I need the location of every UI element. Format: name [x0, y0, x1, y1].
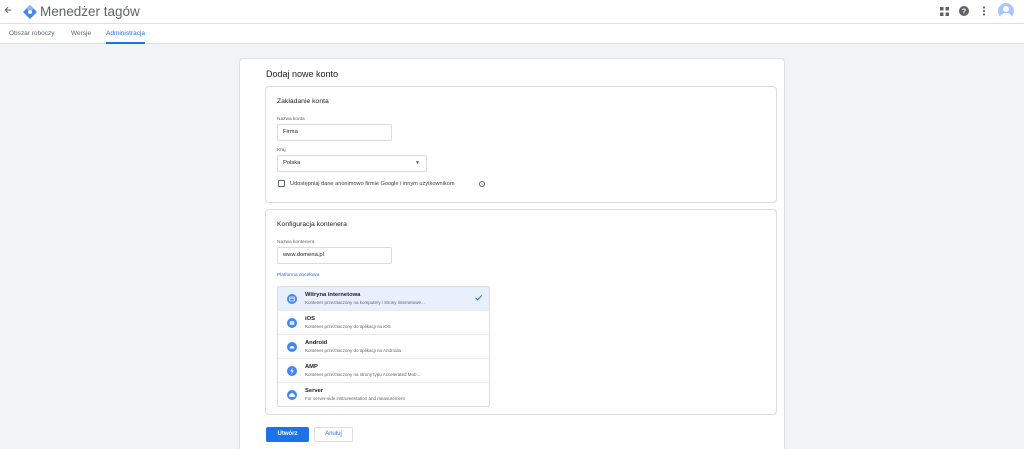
- account-name-label: Nazwa konta: [277, 117, 305, 122]
- tab-admin[interactable]: Administracja: [106, 24, 146, 44]
- account-name-input[interactable]: Firma: [277, 124, 392, 141]
- platform-option-server[interactable]: Server For server-side instrumentation a…: [278, 383, 489, 406]
- amp-icon: [287, 366, 297, 376]
- android-icon: [287, 342, 297, 352]
- tab-workspace[interactable]: Obszar roboczy: [9, 24, 55, 44]
- chevron-down-icon: ▼: [415, 160, 420, 166]
- platform-name: Server: [305, 388, 324, 394]
- container-name-label: Nazwa kontenera: [277, 240, 315, 245]
- more-vert-icon[interactable]: [978, 5, 990, 17]
- apps-icon[interactable]: [938, 5, 950, 17]
- platform-name: AMP: [305, 364, 318, 370]
- container-section-title: Konfiguracja kontenera: [277, 221, 347, 228]
- platform-option-android[interactable]: Android Kontener przeznaczony do aplikac…: [278, 335, 489, 359]
- gtm-logo-icon: [22, 4, 38, 20]
- share-data-checkbox[interactable]: [278, 180, 285, 187]
- platform-label: Platforma docelowa: [277, 273, 320, 278]
- platform-name: Witryna internetowa: [305, 292, 361, 298]
- account-section-title: Zakładanie konta: [277, 98, 329, 105]
- platform-list: Witryna internetowa Kontener przeznaczon…: [277, 286, 490, 407]
- create-button[interactable]: Utwórz: [266, 427, 309, 442]
- app-title: Menedżer tagów: [40, 4, 140, 19]
- country-value: Polska: [283, 160, 301, 166]
- cloud-icon: [287, 390, 297, 400]
- container-name-input[interactable]: www.domena.pl: [277, 247, 392, 264]
- platform-option-ios[interactable]: iOS Kontener przeznaczony do aplikacji n…: [278, 311, 489, 335]
- country-select[interactable]: Polska ▼: [277, 155, 427, 172]
- tab-bar: Obszar roboczy Wersje Administracja: [0, 24, 1024, 44]
- web-icon: [287, 294, 297, 304]
- help-icon[interactable]: ?: [958, 5, 970, 17]
- tab-versions[interactable]: Wersje: [71, 24, 91, 44]
- platform-desc: For server-side instrumentation and meas…: [305, 396, 405, 401]
- help-circle-icon[interactable]: ?: [479, 181, 485, 187]
- account-setup-section: Zakładanie konta Nazwa konta Firma Kraj …: [265, 86, 777, 203]
- ios-icon: [287, 318, 297, 328]
- platform-name: iOS: [305, 316, 315, 322]
- platform-desc: Kontener przeznaczony do aplikacji na iO…: [305, 324, 391, 329]
- cancel-button[interactable]: Anuluj: [314, 427, 353, 442]
- arrow-back-icon[interactable]: [4, 0, 16, 24]
- platform-desc: Kontener przeznaczony na komputery i str…: [305, 300, 425, 305]
- platform-name: Android: [305, 340, 328, 346]
- platform-option-web[interactable]: Witryna internetowa Kontener przeznaczon…: [278, 287, 489, 311]
- page-title: Dodaj nowe konto: [266, 69, 339, 79]
- check-icon: [474, 293, 483, 304]
- new-account-card: Dodaj nowe konto Zakładanie konta Nazwa …: [239, 58, 785, 449]
- top-bar: Menedżer tagów ?: [0, 0, 1024, 24]
- platform-option-amp[interactable]: AMP Kontener przeznaczony na strony typu…: [278, 359, 489, 383]
- avatar[interactable]: [998, 3, 1014, 19]
- svg-text:?: ?: [962, 9, 966, 16]
- share-data-label: Udostępniaj dane anonimowo firmie Google…: [290, 181, 455, 187]
- container-config-section: Konfiguracja kontenera Nazwa kontenera w…: [265, 209, 777, 415]
- platform-desc: Kontener przeznaczony na strony typu Acc…: [305, 372, 421, 377]
- platform-desc: Kontener przeznaczony do aplikacji na An…: [305, 348, 402, 353]
- country-label: Kraj: [277, 148, 286, 153]
